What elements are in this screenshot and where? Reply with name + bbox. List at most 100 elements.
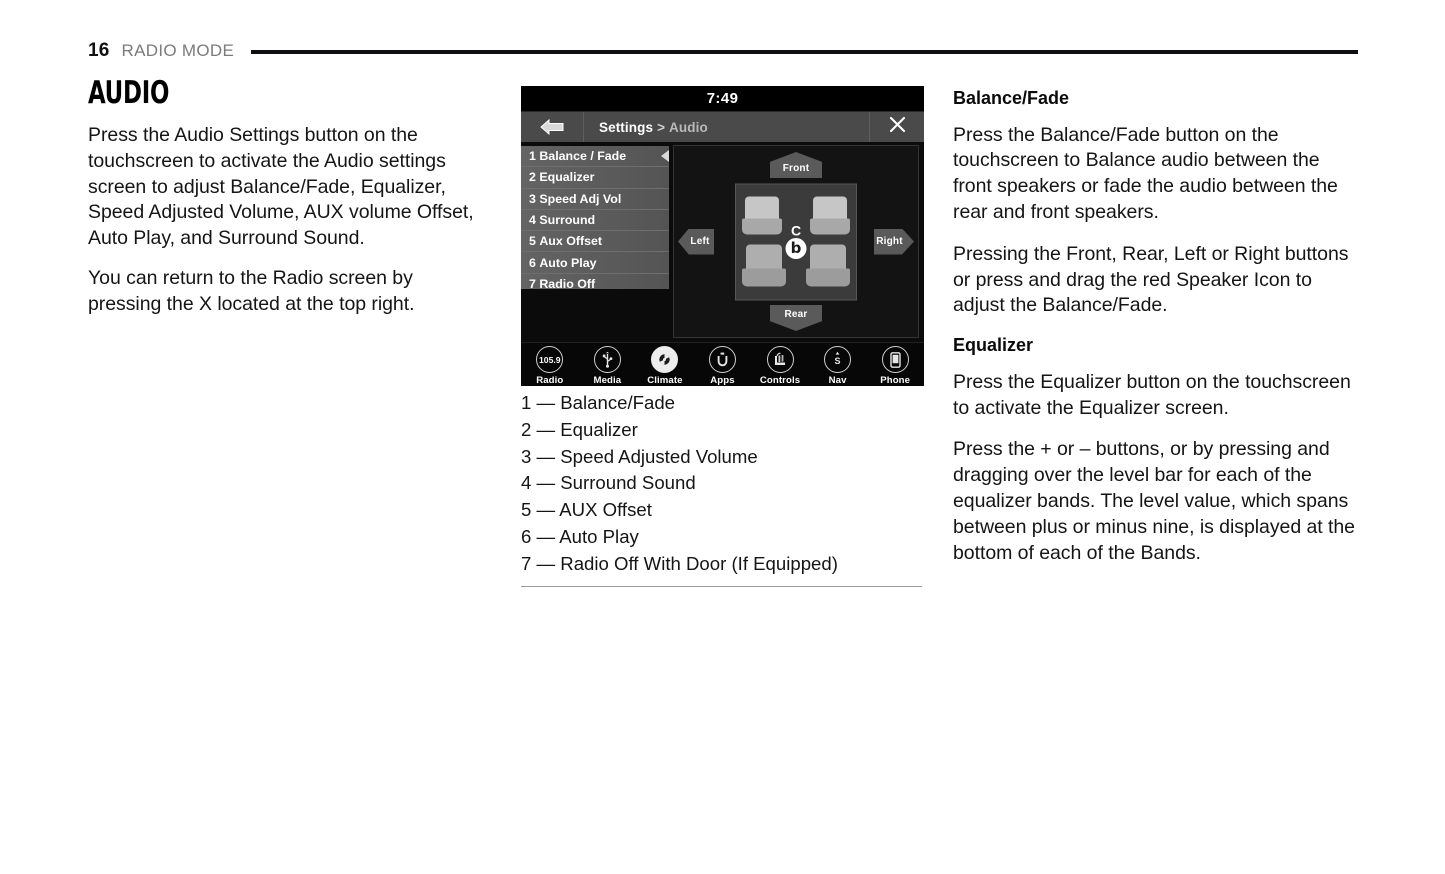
uconnect-apps-icon (708, 346, 736, 373)
figure-caption-list: 1 — Balance/Fade 2 — Equalizer 3 — Speed… (521, 390, 922, 587)
climate-fan-icon (651, 346, 679, 373)
menu-item-balance-fade[interactable]: 1 Balance / Fade (521, 146, 669, 168)
vehicle-seat-diagram: C b Front Rear Left Right (674, 146, 918, 337)
back-arrow-icon (539, 119, 565, 135)
menu-item-equalizer[interactable]: 2 Equalizer (521, 167, 669, 189)
rear-right-seat-back (810, 244, 846, 270)
rear-left-seat-back (746, 244, 782, 270)
balance-crosshair-marker: C (790, 222, 802, 238)
caption-item-5: 5 — AUX Offset (521, 499, 652, 521)
front-right-seat-back (813, 196, 847, 220)
speaker-position-icon[interactable]: b (785, 237, 807, 259)
right-button[interactable]: Right (874, 228, 914, 255)
menu-item-speed-adj-vol[interactable]: 3 Speed Adj Vol (521, 189, 669, 210)
nav-item-nav[interactable]: S Nav (813, 346, 863, 386)
balance-fade-paragraph-2: Pressing the Front, Rear, Left or Right … (953, 242, 1349, 317)
usb-icon (593, 346, 621, 373)
menu-item-surround[interactable]: 4 Surround (521, 210, 669, 232)
radio-frequency-icon: 105.9 (536, 346, 564, 373)
menu-item-radio-off[interactable]: 7 Radio Off (521, 274, 669, 294)
left-button[interactable]: Left (678, 228, 714, 255)
menu-item-number: 4 (529, 213, 536, 228)
right-column: Balance/Fade Press the Balance/Fade butt… (953, 80, 1359, 582)
heading-equalizer: Equalizer (953, 335, 1034, 356)
page-title: AUDIO (88, 75, 170, 111)
front-left-seat-cushion (742, 218, 782, 234)
seat-controls-icon (766, 346, 794, 373)
nav-label-apps: Apps (710, 375, 735, 386)
menu-item-number: 3 (529, 191, 536, 206)
rear-left-seat-cushion (742, 268, 786, 286)
menu-item-label: Balance / Fade (539, 149, 627, 164)
menu-item-aux-offset[interactable]: 5 Aux Offset (521, 231, 669, 253)
left-column: AUDIO Press the Audio Settings button on… (88, 78, 488, 332)
nav-item-media[interactable]: Media (582, 346, 632, 386)
header-rule (251, 50, 1358, 54)
rear-right-seat-cushion (806, 268, 850, 286)
rear-button[interactable]: Rear (770, 305, 822, 331)
screen-body: 1 Balance / Fade 2 Equalizer 3 Speed Adj… (521, 142, 924, 342)
menu-item-number: 5 (529, 234, 536, 249)
caption-item-7: 7 — Radio Off With Door (If Equipped) (521, 552, 838, 574)
nav-item-controls[interactable]: Controls (755, 346, 805, 386)
nav-label-nav: Nav (828, 375, 847, 386)
close-icon (889, 116, 906, 138)
breadcrumb-current: Audio (669, 119, 708, 135)
bottom-navigation-bar: 105.9 Radio Media Climate Apps Controls … (521, 342, 924, 386)
caption-item-2: 2 — Equalizer (521, 418, 638, 440)
menu-item-auto-play[interactable]: 6 Auto Play (521, 252, 669, 274)
menu-item-number: 7 (529, 276, 536, 291)
phone-icon (881, 346, 909, 373)
section-title: RADIO MODE (121, 41, 235, 60)
left-paragraph-2: You can return to the Radio screen by pr… (88, 266, 415, 315)
front-button[interactable]: Front (770, 152, 822, 178)
balance-fade-panel: C b Front Rear Left Right (673, 145, 919, 338)
equalizer-paragraph-2: Press the + or – buttons, or by pressing… (953, 438, 1355, 564)
page-number: 16 (88, 40, 110, 61)
close-button[interactable] (869, 112, 924, 142)
nav-label-phone: Phone (880, 375, 911, 386)
left-paragraph-1: Press the Audio Settings button on the t… (88, 124, 474, 250)
nav-label-media: Media (593, 375, 622, 386)
menu-item-label: Equalizer (539, 170, 595, 185)
breadcrumb-root[interactable]: Settings (599, 120, 653, 135)
settings-menu-list: 1 Balance / Fade 2 Equalizer 3 Speed Adj… (521, 146, 669, 291)
nav-item-phone[interactable]: Phone (870, 346, 920, 386)
menu-item-label: Speed Adj Vol (539, 191, 622, 206)
caption-item-3: 3 — Speed Adjusted Volume (521, 445, 758, 467)
menu-item-number: 6 (529, 255, 536, 270)
caption-item-1: 1 — Balance/Fade (521, 392, 676, 413)
menu-item-number: 2 (529, 170, 536, 185)
nav-item-apps[interactable]: Apps (697, 346, 747, 386)
front-right-seat-cushion (810, 218, 850, 234)
nav-label-radio: Radio (536, 375, 564, 386)
back-button[interactable] (521, 112, 584, 142)
seat-area: C b (735, 183, 857, 300)
balance-fade-paragraph-1: Press the Balance/Fade button on the tou… (953, 123, 1338, 223)
page-header: 16 RADIO MODE (88, 36, 1358, 66)
svg-text:S: S (835, 356, 841, 366)
speaker-glyph: b (790, 238, 802, 257)
compass-icon: S (824, 346, 852, 373)
titlebar: Settings > Audio (521, 111, 924, 142)
menu-item-label: Aux Offset (539, 234, 603, 249)
middle-column: 7:49 Settings > Audio 1 Balance / Fade 2… (521, 86, 924, 587)
nav-item-climate[interactable]: Climate (640, 346, 690, 386)
touchscreen-figure: 7:49 Settings > Audio 1 Balance / Fade 2… (521, 86, 924, 386)
menu-item-number: 1 (529, 149, 536, 164)
menu-item-label: Auto Play (539, 255, 597, 270)
nav-label-controls: Controls (759, 375, 801, 386)
caption-item-6: 6 — Auto Play (521, 525, 639, 547)
front-left-seat-back (745, 196, 779, 220)
nav-label-climate: Climate (647, 375, 683, 386)
menu-item-label: Radio Off (539, 276, 596, 291)
equalizer-paragraph-1: Press the Equalizer button on the touchs… (953, 370, 1351, 419)
breadcrumb: Settings > Audio (584, 112, 869, 142)
heading-balance-fade: Balance/Fade (953, 88, 1070, 108)
menu-item-label: Surround (539, 213, 596, 228)
caption-item-4: 4 — Surround Sound (521, 472, 696, 494)
clock-label: 7:49 (706, 90, 739, 107)
breadcrumb-separator: > (657, 119, 666, 135)
nav-item-radio[interactable]: 105.9 Radio (525, 346, 575, 386)
status-bar: 7:49 (521, 86, 924, 111)
